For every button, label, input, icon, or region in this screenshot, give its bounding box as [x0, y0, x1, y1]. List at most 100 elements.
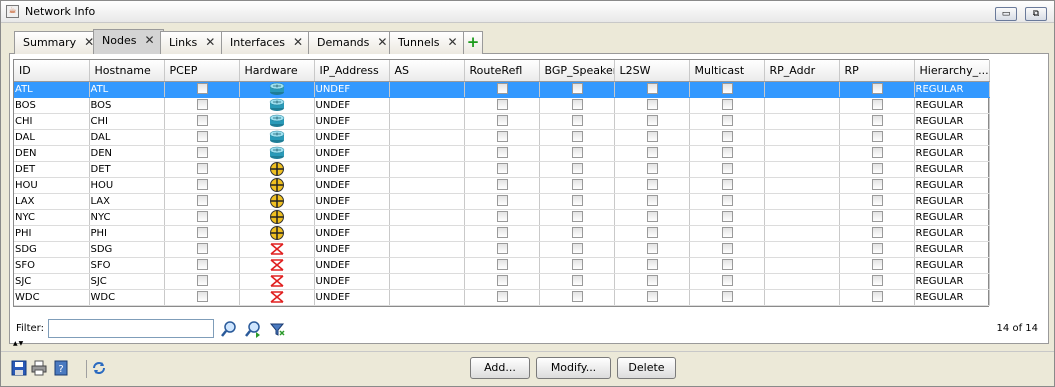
add-tab-button[interactable]: +: [463, 31, 483, 54]
checkbox[interactable]: [646, 179, 658, 191]
checkbox[interactable]: [496, 131, 508, 143]
column-header[interactable]: BGP_Speaker: [539, 60, 615, 82]
close-icon[interactable]: ✕: [377, 35, 387, 49]
checkbox[interactable]: [646, 259, 658, 271]
restore-button[interactable]: ⧉: [1025, 7, 1047, 21]
table-row[interactable]: DAL DAL UNDEF REGULAR: [14, 129, 990, 146]
table-row[interactable]: DEN DEN UNDEF REGULAR: [14, 145, 990, 162]
checkbox[interactable]: [871, 115, 883, 127]
checkbox[interactable]: [721, 259, 733, 271]
close-icon[interactable]: ✕: [205, 35, 215, 49]
checkbox[interactable]: [646, 163, 658, 175]
checkbox[interactable]: [496, 99, 508, 111]
delete-button[interactable]: Delete: [617, 357, 676, 379]
checkbox[interactable]: [571, 243, 583, 255]
checkbox[interactable]: [646, 115, 658, 127]
checkbox[interactable]: [196, 227, 208, 239]
checkbox[interactable]: [571, 195, 583, 207]
save-icon[interactable]: [11, 360, 27, 376]
checkbox[interactable]: [721, 83, 733, 95]
search-next-icon[interactable]: [244, 320, 262, 338]
checkbox[interactable]: [496, 115, 508, 127]
checkbox[interactable]: [646, 275, 658, 287]
checkbox[interactable]: [871, 275, 883, 287]
checkbox[interactable]: [721, 227, 733, 239]
table-row[interactable]: BOS BOS UNDEF REGULAR: [14, 97, 990, 114]
checkbox[interactable]: [571, 163, 583, 175]
column-header[interactable]: RouteRefl: [464, 60, 540, 82]
table-row[interactable]: SFO SFO UNDEF REGULAR: [14, 257, 990, 274]
checkbox[interactable]: [571, 291, 583, 303]
close-icon[interactable]: ✕: [293, 35, 303, 49]
table-row[interactable]: SJC SJC UNDEF REGULAR: [14, 273, 990, 290]
minimize-button[interactable]: ▭: [995, 7, 1017, 21]
checkbox[interactable]: [646, 291, 658, 303]
table-row[interactable]: CHI CHI UNDEF REGULAR: [14, 113, 990, 130]
table-row[interactable]: DET DET UNDEF REGULAR: [14, 161, 990, 178]
checkbox[interactable]: [196, 99, 208, 111]
checkbox[interactable]: [721, 99, 733, 111]
column-header[interactable]: L2SW: [614, 60, 690, 82]
checkbox[interactable]: [871, 259, 883, 271]
checkbox[interactable]: [721, 163, 733, 175]
help-icon[interactable]: ?: [53, 360, 69, 376]
checkbox[interactable]: [196, 195, 208, 207]
tab-tunnels[interactable]: Tunnels ✕: [389, 31, 467, 54]
tab-links[interactable]: Links ✕: [160, 31, 225, 54]
checkbox[interactable]: [196, 83, 208, 95]
column-header[interactable]: Hierarchy_...: [914, 60, 990, 82]
checkbox[interactable]: [721, 115, 733, 127]
checkbox[interactable]: [871, 131, 883, 143]
checkbox[interactable]: [646, 131, 658, 143]
tab-demands[interactable]: Demands ✕: [308, 31, 397, 54]
column-header[interactable]: ID: [14, 60, 90, 82]
column-header[interactable]: RP_Addr: [764, 60, 840, 82]
checkbox[interactable]: [721, 131, 733, 143]
checkbox[interactable]: [646, 147, 658, 159]
column-header[interactable]: Hardware: [239, 60, 315, 82]
checkbox[interactable]: [496, 83, 508, 95]
print-icon[interactable]: [31, 360, 47, 376]
checkbox[interactable]: [196, 211, 208, 223]
checkbox[interactable]: [871, 179, 883, 191]
checkbox[interactable]: [871, 83, 883, 95]
checkbox[interactable]: [571, 211, 583, 223]
checkbox[interactable]: [496, 243, 508, 255]
checkbox[interactable]: [871, 147, 883, 159]
checkbox[interactable]: [196, 131, 208, 143]
checkbox[interactable]: [871, 291, 883, 303]
close-icon[interactable]: ✕: [448, 35, 458, 49]
checkbox[interactable]: [571, 131, 583, 143]
tab-nodes[interactable]: Nodes ✕: [93, 29, 164, 55]
checkbox[interactable]: [196, 115, 208, 127]
column-header[interactable]: AS: [389, 60, 465, 82]
checkbox[interactable]: [571, 147, 583, 159]
checkbox[interactable]: [721, 243, 733, 255]
refresh-icon[interactable]: [91, 360, 107, 376]
checkbox[interactable]: [646, 211, 658, 223]
checkbox[interactable]: [196, 163, 208, 175]
column-header[interactable]: PCEP: [164, 60, 240, 82]
checkbox[interactable]: [721, 275, 733, 287]
column-header[interactable]: Multicast: [689, 60, 765, 82]
checkbox[interactable]: [871, 243, 883, 255]
tab-summary[interactable]: Summary ✕: [14, 31, 104, 54]
column-header[interactable]: Hostname: [89, 60, 165, 82]
checkbox[interactable]: [571, 83, 583, 95]
checkbox[interactable]: [496, 291, 508, 303]
checkbox[interactable]: [571, 115, 583, 127]
checkbox[interactable]: [646, 243, 658, 255]
table-row[interactable]: PHI PHI UNDEF REGULAR: [14, 225, 990, 242]
tab-interfaces[interactable]: Interfaces ✕: [221, 31, 313, 54]
checkbox[interactable]: [496, 147, 508, 159]
filter-input[interactable]: [48, 319, 214, 338]
checkbox[interactable]: [721, 147, 733, 159]
checkbox[interactable]: [871, 163, 883, 175]
checkbox[interactable]: [496, 179, 508, 191]
checkbox[interactable]: [196, 179, 208, 191]
checkbox[interactable]: [721, 179, 733, 191]
table-row[interactable]: HOU HOU UNDEF REGULAR: [14, 177, 990, 194]
table-row[interactable]: WDC WDC UNDEF REGULAR: [14, 289, 990, 306]
checkbox[interactable]: [571, 227, 583, 239]
checkbox[interactable]: [571, 259, 583, 271]
